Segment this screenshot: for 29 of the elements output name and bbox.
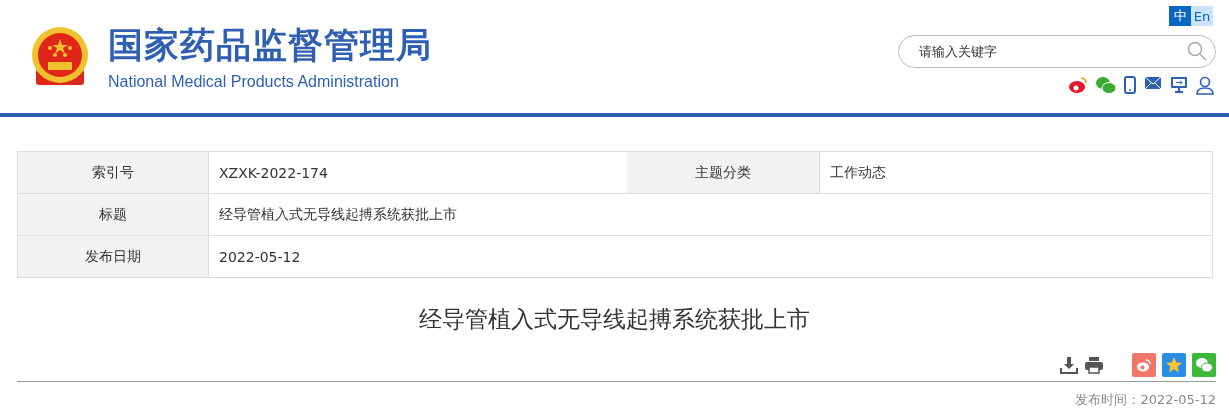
- star-icon: [1165, 356, 1183, 374]
- weibo-icon[interactable]: [1068, 76, 1088, 94]
- weibo-icon: [1136, 358, 1152, 372]
- field-label: 发布日期: [18, 236, 209, 277]
- field-label: 主题分类: [627, 152, 820, 193]
- language-tab[interactable]: En: [1191, 6, 1213, 26]
- language-tab[interactable]: 中: [1169, 6, 1191, 26]
- weibo-share-button[interactable]: [1132, 353, 1156, 377]
- publish-date: 发布时间：2022-05-12: [1074, 391, 1216, 408]
- article-title: 经导管植入式无导线起搏系统获批上市: [418, 305, 811, 334]
- phone-icon[interactable]: [1124, 76, 1136, 94]
- star-share-button[interactable]: [1162, 353, 1186, 377]
- monitor-icon[interactable]: [1170, 76, 1188, 94]
- search-field[interactable]: 请输入关键字: [898, 35, 1216, 68]
- field-label: 标题: [18, 194, 209, 235]
- field-value: XZXK-2022-174: [218, 163, 329, 183]
- mail-icon[interactable]: [1144, 76, 1162, 90]
- site-subtitle: National Medical Products Administration: [108, 73, 400, 91]
- field-label: 索引号: [18, 152, 209, 193]
- user-icon[interactable]: [1196, 76, 1214, 95]
- wechat-icon[interactable]: [1096, 76, 1116, 94]
- field-value: 工作动态: [829, 162, 887, 182]
- print-icon[interactable]: [1084, 356, 1104, 374]
- download-icon[interactable]: [1060, 356, 1078, 374]
- chat-bubbles-icon: [1195, 357, 1213, 373]
- site-title: 国家药品监督管理局: [108, 24, 432, 67]
- field-value: 经导管植入式无导线起搏系统获批上市: [218, 204, 458, 224]
- field-value: 2022-05-12: [218, 247, 302, 267]
- wechat-share-button[interactable]: [1192, 353, 1216, 377]
